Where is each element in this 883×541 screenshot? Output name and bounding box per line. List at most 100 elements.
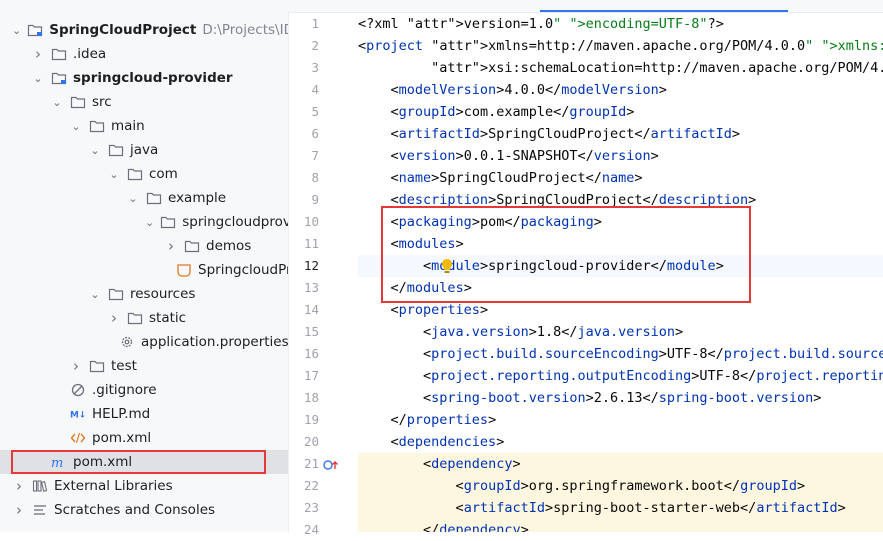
- line-number: 3: [311, 60, 319, 75]
- tree-item-label: springcloudprovi: [182, 214, 288, 230]
- tree-item[interactable]: › static: [0, 306, 288, 330]
- code-line[interactable]: <name>SpringCloudProject</name>: [358, 167, 883, 189]
- line-number: 11: [303, 236, 319, 251]
- tree-item[interactable]: ›M↓HELP.md: [0, 402, 288, 426]
- line-number: 12: [303, 258, 319, 273]
- tree-item-label: static: [149, 310, 187, 326]
- folder-icon: [89, 119, 105, 133]
- chevron-down-icon[interactable]: ⌄: [69, 120, 83, 133]
- chevron-down-icon[interactable]: ⌄: [107, 168, 121, 181]
- tree-item[interactable]: ⌄ SpringCloudProject D:\Projects\IDEA\: [0, 18, 288, 42]
- tree-item[interactable]: ⌄ com: [0, 162, 288, 186]
- line-number: 9: [311, 192, 319, 207]
- tree-item[interactable]: ›application.properties: [0, 330, 288, 354]
- markdown-icon: M↓: [70, 407, 86, 421]
- gitignore-icon: [70, 383, 86, 397]
- line-number: 17: [303, 368, 319, 383]
- chevron-down-icon[interactable]: ⌄: [31, 72, 45, 85]
- tree-item[interactable]: › .idea: [0, 42, 288, 66]
- tree-item[interactable]: ⌄ main: [0, 114, 288, 138]
- tree-item-label: External Libraries: [54, 478, 173, 494]
- tree-item-label: .idea: [73, 46, 107, 62]
- line-number: 20: [303, 434, 319, 449]
- code-line[interactable]: "attr">xsi:schemaLocation=http://maven.a…: [358, 57, 883, 79]
- chevron-right-icon[interactable]: ›: [31, 45, 45, 63]
- code-line[interactable]: </dependency>: [358, 519, 883, 532]
- code-line[interactable]: <project "attr">xmlns=http://maven.apach…: [358, 35, 883, 57]
- folder-icon: [70, 95, 86, 109]
- active-tab-indicator: [540, 10, 788, 12]
- chevron-right-icon[interactable]: ›: [107, 309, 121, 327]
- line-number: 19: [303, 412, 319, 427]
- folder-icon: [184, 239, 200, 253]
- tree-item[interactable]: › demos: [0, 234, 288, 258]
- line-number: 5: [311, 104, 319, 119]
- chevron-down-icon[interactable]: ⌄: [88, 144, 102, 157]
- code-line[interactable]: <modelVersion>4.0.0</modelVersion>: [358, 79, 883, 101]
- line-number: 1: [311, 16, 319, 31]
- xml-file-icon: [70, 431, 86, 445]
- tree-item[interactable]: ›SpringcloudPr: [0, 258, 288, 282]
- chevron-right-icon[interactable]: ›: [69, 357, 83, 375]
- tree-item-label: resources: [130, 286, 196, 302]
- tree-item-label: demos: [206, 238, 252, 254]
- line-number: 15: [303, 324, 319, 339]
- line-number: 18: [303, 390, 319, 405]
- line-number: 4: [311, 82, 319, 97]
- folder-icon: [127, 311, 143, 325]
- tree-item[interactable]: ›pom.xml: [0, 426, 288, 450]
- code-line[interactable]: <dependencies>: [358, 431, 883, 453]
- tree-item-label: main: [111, 118, 145, 134]
- line-number: 2: [311, 38, 319, 53]
- annotation-box-pom-xml: [11, 450, 266, 474]
- code-line[interactable]: <version>0.0.1-SNAPSHOT</version>: [358, 145, 883, 167]
- code-line[interactable]: <project.reporting.outputEncoding>UTF-8<…: [358, 365, 883, 387]
- tree-item[interactable]: › Scratches and Consoles: [0, 498, 288, 522]
- project-path: D:\Projects\IDEA\: [202, 22, 288, 38]
- line-number: 24: [303, 522, 319, 537]
- folder-module-icon: [51, 71, 67, 85]
- code-line[interactable]: </properties>: [358, 409, 883, 431]
- folder-icon: [51, 47, 67, 61]
- chevron-down-icon[interactable]: ⌄: [50, 96, 64, 109]
- line-number: 23: [303, 500, 319, 515]
- code-line[interactable]: <java.version>1.8</java.version>: [358, 321, 883, 343]
- tree-item-label: SpringCloudProject: [49, 22, 197, 38]
- code-line[interactable]: <?xml "attr">version=1.0" ">encoding=UTF…: [358, 13, 883, 35]
- tree-item-label: springcloud-provider: [73, 70, 233, 86]
- chevron-down-icon[interactable]: ⌄: [88, 288, 102, 301]
- tree-item[interactable]: ⌄ springcloud-provider: [0, 66, 288, 90]
- code-line[interactable]: <artifactId>spring-boot-starter-web</art…: [358, 497, 883, 519]
- folder-module-icon: [27, 23, 43, 37]
- code-line[interactable]: <groupId>org.springframework.boot</group…: [358, 475, 883, 497]
- code-line[interactable]: <spring-boot.version>2.6.13</spring-boot…: [358, 387, 883, 409]
- editor-gutter[interactable]: 1 2 3 4 5 6 7 8 9 10 11 12 13 14 15 16 17 18 19 20 21 22 23 24: [288, 13, 359, 537]
- chevron-down-icon[interactable]: ⌄: [126, 192, 140, 205]
- tree-item[interactable]: ⌄ springcloudprovi: [0, 210, 288, 234]
- tree-item[interactable]: ⌄ resources: [0, 282, 288, 306]
- tree-item[interactable]: › External Libraries: [0, 474, 288, 498]
- tree-item-label: SpringcloudPr: [198, 262, 288, 278]
- tree-item[interactable]: › test: [0, 354, 288, 378]
- tree-item[interactable]: ⌄ src: [0, 90, 288, 114]
- folder-icon: [89, 359, 105, 373]
- folder-icon: [108, 287, 124, 301]
- tree-item[interactable]: ⌄ example: [0, 186, 288, 210]
- code-line[interactable]: <groupId>com.example</groupId>: [358, 101, 883, 123]
- line-number: 14: [303, 302, 319, 317]
- chevron-right-icon[interactable]: ›: [12, 477, 26, 495]
- chevron-down-icon[interactable]: ⌄: [145, 216, 154, 229]
- code-line[interactable]: <artifactId>SpringCloudProject</artifact…: [358, 123, 883, 145]
- spring-class-icon: [176, 263, 192, 277]
- line-number: 7: [311, 148, 319, 163]
- code-line[interactable]: <dependency>: [358, 453, 883, 475]
- chevron-right-icon[interactable]: ›: [164, 237, 178, 255]
- tree-item[interactable]: ›.gitignore: [0, 378, 288, 402]
- line-number: 6: [311, 126, 319, 141]
- maven-dependency-gutter-icon[interactable]: [323, 457, 341, 471]
- chevron-right-icon[interactable]: ›: [12, 501, 26, 519]
- chevron-down-icon[interactable]: ⌄: [12, 24, 21, 37]
- tree-item[interactable]: ⌄ java: [0, 138, 288, 162]
- code-line[interactable]: <project.build.sourceEncoding>UTF-8</pro…: [358, 343, 883, 365]
- tree-item-label: application.properties: [141, 334, 288, 350]
